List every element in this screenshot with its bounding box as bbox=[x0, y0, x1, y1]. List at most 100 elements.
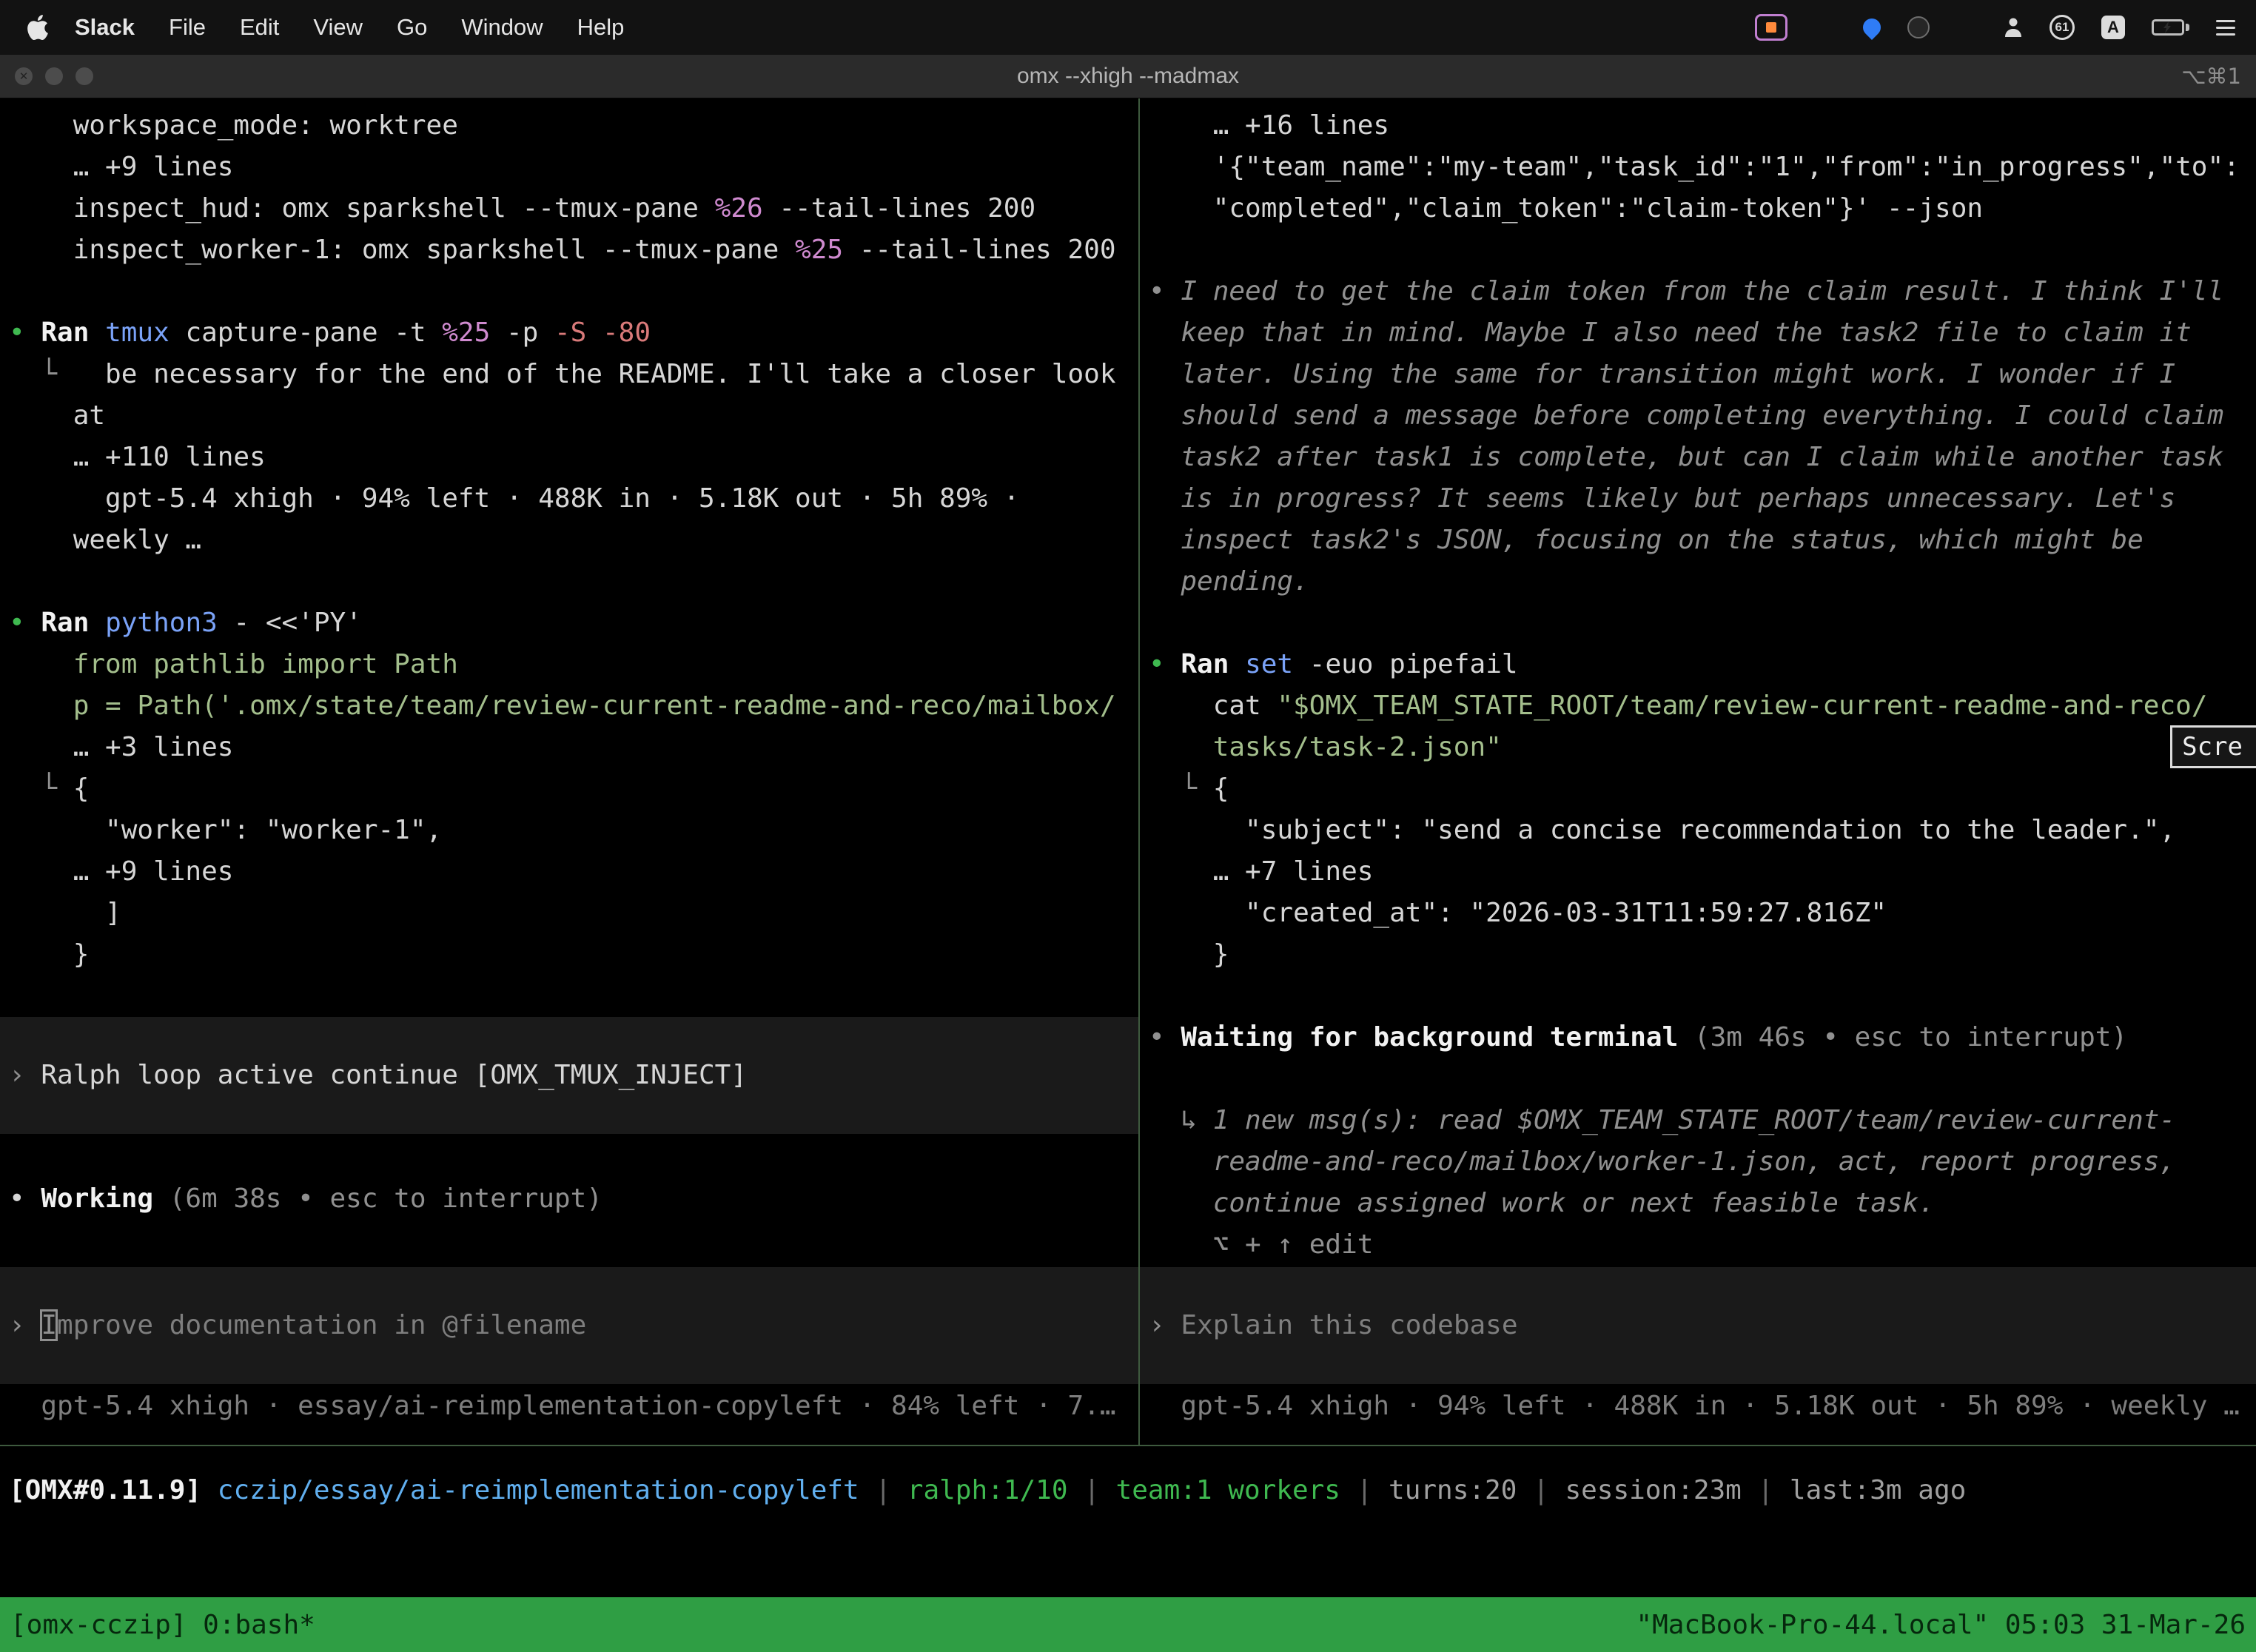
terminal-line: … +9 lines bbox=[0, 851, 1138, 893]
terminal-line: • Ran tmux capture-pane -t %25 -p -S -80 bbox=[0, 312, 1138, 354]
zoom-button[interactable] bbox=[75, 67, 93, 85]
person-icon[interactable] bbox=[2004, 17, 2023, 38]
menubar-status-icons: 61 A bbox=[1755, 14, 2256, 41]
composer-input-left[interactable]: › Improve documentation in @filename bbox=[0, 1267, 1138, 1384]
terminal-line: └ { bbox=[1140, 768, 2256, 810]
window-controls bbox=[0, 67, 93, 85]
terminal-panes: workspace_mode: worktree … +9 lines insp… bbox=[0, 98, 2256, 1446]
menu-file[interactable]: File bbox=[152, 14, 223, 40]
close-button[interactable] bbox=[15, 67, 33, 85]
terminal-line: "completed","claim_token":"claim-token"}… bbox=[1140, 188, 2256, 229]
terminal-line: gpt-5.4 xhigh · 94% left · 488K in · 5.1… bbox=[0, 478, 1138, 520]
terminal-line: "created_at": "2026-03-31T11:59:27.816Z" bbox=[1140, 893, 2256, 934]
terminal-line: inspect_worker-1: omx sparkshell --tmux-… bbox=[0, 229, 1138, 271]
menu-view[interactable]: View bbox=[296, 14, 380, 40]
terminal-line bbox=[0, 561, 1138, 602]
terminal-line: ] bbox=[0, 893, 1138, 934]
terminal-line: … +110 lines bbox=[0, 437, 1138, 478]
right-pane: … +16 lines '{"team_name":"my-team","tas… bbox=[1140, 98, 2256, 1445]
input-source-icon[interactable]: A bbox=[2101, 16, 2125, 39]
blue-drop-app-icon[interactable] bbox=[1859, 15, 1884, 40]
tmux-session-window: [omx-cczip] 0:bash* bbox=[10, 1610, 315, 1640]
terminal-line: • Working (6m 38s • esc to interrupt) bbox=[0, 1178, 1138, 1220]
terminal-line: … +9 lines bbox=[0, 147, 1138, 188]
screen-recording-indicator-icon[interactable] bbox=[1755, 14, 1787, 41]
terminal-line: inspect task2's JSON, focusing on the st… bbox=[1140, 520, 2256, 561]
minimize-button[interactable] bbox=[45, 67, 63, 85]
menubar-menus: SlackFileEditViewGoWindowHelp bbox=[0, 13, 641, 42]
window-shortcut-hint: ⌥⌘1 bbox=[2181, 64, 2256, 89]
terminal-line bbox=[1140, 229, 2256, 271]
terminal-line bbox=[0, 271, 1138, 312]
terminal-line: • Ran python3 - <<'PY' bbox=[0, 602, 1138, 644]
terminal-line: "worker": "worker-1", bbox=[0, 810, 1138, 851]
terminal-line: task2 after task1 is complete, but can I… bbox=[1140, 437, 2256, 478]
terminal-line: from pathlib import Path bbox=[0, 644, 1138, 685]
terminal-line: readme-and-reco/mailbox/worker-1.json, a… bbox=[1140, 1141, 2256, 1183]
terminal-line bbox=[1140, 602, 2256, 644]
terminal-line: '{"team_name":"my-team","task_id":"1","f… bbox=[1140, 147, 2256, 188]
menu-go[interactable]: Go bbox=[380, 14, 444, 40]
menu-item-list: SlackFileEditViewGoWindowHelp bbox=[58, 14, 641, 41]
left-pane: workspace_mode: worktree … +9 lines insp… bbox=[0, 98, 1140, 1445]
terminal-line: › Ralph loop active continue [OMX_TMUX_I… bbox=[0, 1055, 1138, 1096]
clipped-tooltip: Scre bbox=[2170, 725, 2256, 768]
terminal-line: workspace_mode: worktree bbox=[0, 105, 1138, 147]
terminal-line: • Ran set -euo pipefail bbox=[1140, 644, 2256, 685]
terminal-line: "subject": "send a concise recommendatio… bbox=[1140, 810, 2256, 851]
menu-help[interactable]: Help bbox=[560, 14, 642, 40]
ralph-notice-box: › Ralph loop active continue [OMX_TMUX_I… bbox=[0, 1017, 1138, 1134]
menu-window[interactable]: Window bbox=[444, 14, 560, 40]
terminal-line: └ be necessary for the end of the README… bbox=[0, 354, 1138, 395]
menu-slack[interactable]: Slack bbox=[58, 14, 152, 40]
terminal-line: [OMX#0.11.9] cczip/essay/ai-reimplementa… bbox=[0, 1470, 2256, 1511]
terminal-line: at bbox=[0, 395, 1138, 437]
terminal-line: should send a message before completing … bbox=[1140, 395, 2256, 437]
window-title: omx --xhigh --madmax bbox=[1017, 64, 1239, 89]
model-status-right: gpt-5.4 xhigh · 94% left · 488K in · 5.1… bbox=[1140, 1386, 2256, 1427]
terminal-line: gpt-5.4 xhigh · 94% left · 488K in · 5.1… bbox=[1140, 1386, 2256, 1427]
dots-grid-icon[interactable] bbox=[1956, 17, 1977, 38]
terminal-line: tasks/task-2.json" bbox=[1140, 727, 2256, 768]
dark-circle-app-icon[interactable] bbox=[1907, 16, 1930, 38]
terminal-line: … +7 lines bbox=[1140, 851, 2256, 893]
terminal-line: continue assigned work or next feasible … bbox=[1140, 1183, 2256, 1224]
terminal-line: › Improve documentation in @filename bbox=[0, 1305, 1138, 1346]
macos-menubar: SlackFileEditViewGoWindowHelp 61 A bbox=[0, 0, 2256, 55]
terminal-line: keep that in mind. Maybe I also need the… bbox=[1140, 312, 2256, 354]
tmux-host-clock: "MacBook-Pro-44.local" 05:03 31-Mar-26 bbox=[1636, 1610, 2246, 1640]
terminal-line: later. Using the same for transition mig… bbox=[1140, 354, 2256, 395]
badge-61-icon[interactable]: 61 bbox=[2049, 15, 2075, 40]
apple-menu-icon[interactable] bbox=[25, 13, 52, 42]
menu-lines-icon[interactable] bbox=[2216, 20, 2235, 36]
terminal-line: gpt-5.4 xhigh · essay/ai-reimplementatio… bbox=[0, 1386, 1138, 1427]
terminal-line: … +16 lines bbox=[1140, 105, 2256, 147]
model-status-left: gpt-5.4 xhigh · essay/ai-reimplementatio… bbox=[0, 1386, 1138, 1427]
menu-edit[interactable]: Edit bbox=[223, 14, 296, 40]
omx-status-line: [OMX#0.11.9] cczip/essay/ai-reimplementa… bbox=[0, 1470, 2256, 1511]
window-grid-icon[interactable] bbox=[1814, 16, 1836, 38]
terminal-line: └ { bbox=[0, 768, 1138, 810]
terminal-line: › Explain this codebase bbox=[1140, 1305, 2256, 1346]
terminal-line bbox=[1140, 976, 2256, 1017]
terminal-line: … +3 lines bbox=[0, 727, 1138, 768]
working-status: • Working (6m 38s • esc to interrupt) bbox=[0, 1178, 1138, 1220]
terminal-line: } bbox=[1140, 934, 2256, 976]
terminal-line: cat "$OMX_TEAM_STATE_ROOT/team/review-cu… bbox=[1140, 685, 2256, 727]
terminal-line: is in progress? It seems likely but perh… bbox=[1140, 478, 2256, 520]
composer-input-right[interactable]: › Explain this codebase bbox=[1140, 1267, 2256, 1384]
terminal-line: • Waiting for background terminal (3m 46… bbox=[1140, 1017, 2256, 1058]
terminal-line: pending. bbox=[1140, 561, 2256, 602]
window-titlebar: omx --xhigh --madmax ⌥⌘1 bbox=[0, 55, 2256, 98]
terminal-line: } bbox=[0, 934, 1138, 976]
right-terminal-output: … +16 lines '{"team_name":"my-team","tas… bbox=[1140, 105, 2256, 1266]
terminal-line: p = Path('.omx/state/team/review-current… bbox=[0, 685, 1138, 727]
tmux-status-bar: [omx-cczip] 0:bash* "MacBook-Pro-44.loca… bbox=[0, 1597, 2256, 1652]
terminal-line: ⌥ + ↑ edit bbox=[1140, 1224, 2256, 1266]
terminal-line bbox=[1140, 1058, 2256, 1100]
terminal-line: • I need to get the claim token from the… bbox=[1140, 271, 2256, 312]
battery-icon[interactable] bbox=[2152, 19, 2189, 36]
left-terminal-output: workspace_mode: worktree … +9 lines insp… bbox=[0, 105, 1138, 976]
terminal-line: ↳ 1 new msg(s): read $OMX_TEAM_STATE_ROO… bbox=[1140, 1100, 2256, 1141]
terminal-line: inspect_hud: omx sparkshell --tmux-pane … bbox=[0, 188, 1138, 229]
